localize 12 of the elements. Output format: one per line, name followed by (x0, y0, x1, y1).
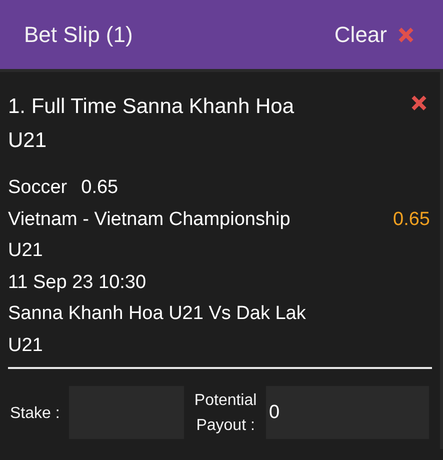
date-text: 11 Sep 23 10:30 (8, 270, 148, 294)
stake-label: Stake : (10, 405, 61, 423)
competition-text: Vietnam - Vietnam Championship U21 (8, 208, 292, 263)
odds-text: 0.65 (81, 176, 118, 200)
price-text: 0.65 (393, 208, 430, 232)
clear-button[interactable]: Clear (334, 22, 417, 48)
match-text: Sanna Khanh Hoa U21 Vs Dak Lak U21 (8, 302, 307, 358)
payout-field[interactable]: 0 (266, 386, 429, 439)
payout-label: Potential Payout : (193, 391, 258, 436)
bet-slip-title: Bet Slip (1) (24, 22, 133, 48)
sport-label: Soccer (8, 176, 68, 200)
selection-title: 1. Full Time Sanna Khanh Hoa U21 (8, 94, 296, 154)
